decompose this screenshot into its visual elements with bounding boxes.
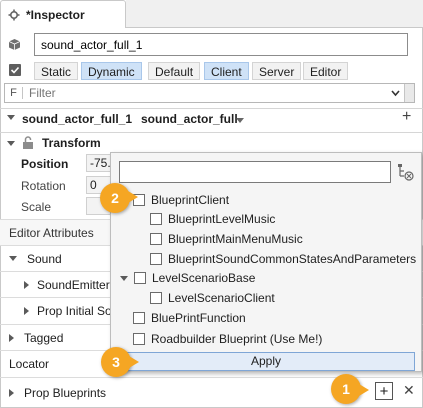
callout-badge-1-label: 1 xyxy=(342,381,350,397)
filter-input[interactable] xyxy=(29,86,369,100)
filter-dynamic[interactable]: Dynamic xyxy=(81,62,142,80)
blueprint-item-label: BlueprintLevelMusic xyxy=(168,212,276,226)
checkbox[interactable] xyxy=(150,292,162,304)
rotation-x-value: 0 xyxy=(90,178,97,192)
apply-button[interactable]: Apply xyxy=(117,352,415,371)
blueprint-item[interactable]: Roadbuilder Blueprint (Use Me!) xyxy=(133,329,322,349)
tagged-expand-icon[interactable] xyxy=(9,333,14,342)
sound-emitter-expand-icon[interactable] xyxy=(24,280,29,289)
lock-icon[interactable] xyxy=(21,136,35,149)
filter-prefix: F xyxy=(5,87,23,99)
blueprint-item-label: Roadbuilder Blueprint (Use Me!) xyxy=(151,332,323,346)
filter-client[interactable]: Client xyxy=(204,62,249,80)
blueprint-item[interactable]: BlueprintSoundCommonStatesAndParameters xyxy=(150,249,416,269)
position-x-value: -75. xyxy=(90,156,111,170)
section-prop-blueprints-label: Prop Blueprints xyxy=(24,385,107,400)
filter-scroll xyxy=(404,84,414,102)
callout-badge-3: 3 xyxy=(101,347,139,377)
blueprint-item[interactable]: LevelScenarioBase xyxy=(120,268,255,288)
checkbox[interactable] xyxy=(134,272,146,284)
transform-title: Transform xyxy=(42,136,101,150)
blueprint-item-label: BlueprintClient xyxy=(151,193,230,207)
entity-type-dropdown-icon[interactable] xyxy=(236,118,244,123)
checkmark-icon xyxy=(10,66,20,74)
filter-default[interactable]: Default xyxy=(148,62,201,80)
section-sound-label: Sound xyxy=(27,251,62,266)
entity-name: sound_actor_full_1 xyxy=(22,112,133,126)
chevron-down-icon[interactable] xyxy=(391,90,400,97)
sound-collapse-icon[interactable] xyxy=(9,256,17,261)
checkbox[interactable] xyxy=(150,253,162,265)
blueprint-item[interactable]: BlueprintMainMenuMusic xyxy=(150,229,303,249)
add-blueprint-button[interactable]: + xyxy=(375,382,393,400)
checkbox[interactable] xyxy=(150,213,162,225)
tab-title: *Inspector xyxy=(26,7,85,22)
entity-type[interactable]: sound_actor_full xyxy=(141,112,238,126)
callout-badge-3-label: 3 xyxy=(112,354,120,370)
blueprint-picker-popup: BlueprintClient BlueprintLevelMusic Blue… xyxy=(110,152,422,372)
callout-badge-1: 1 xyxy=(331,374,369,404)
remove-icon[interactable]: ✕ xyxy=(403,382,415,399)
rotation-label: Rotation xyxy=(21,179,66,193)
cube-icon xyxy=(8,39,21,50)
expand-icon[interactable] xyxy=(120,275,128,281)
blueprint-item-label: LevelScenarioBase xyxy=(152,271,256,285)
prop-initial-expand-icon[interactable] xyxy=(24,306,29,315)
scale-label: Scale xyxy=(21,200,52,214)
blueprint-item-label: BlueprintSoundCommonStatesAndParameters xyxy=(168,252,417,266)
checkbox[interactable] xyxy=(133,312,145,324)
checkbox[interactable] xyxy=(133,333,145,345)
inspector-tab[interactable]: *Inspector xyxy=(0,0,126,28)
blueprint-item-label: LevelScenarioClient xyxy=(168,291,275,305)
section-sound-emitter-label: SoundEmitter xyxy=(37,277,110,292)
section-locator-label: Locator xyxy=(9,356,50,371)
filter-field[interactable]: F xyxy=(4,83,415,103)
section-tagged-label: Tagged xyxy=(24,330,64,345)
callout-badge-2: 2 xyxy=(100,183,138,213)
blueprint-item-label: BlueprintMainMenuMusic xyxy=(168,232,303,246)
settings-icon xyxy=(8,9,20,20)
section-editor-attributes-label: Editor Attributes xyxy=(9,225,94,240)
blueprint-search-input[interactable] xyxy=(119,161,391,183)
position-label: Position xyxy=(21,157,69,171)
blueprint-item[interactable]: BluePrintFunction xyxy=(133,308,246,328)
hierarchy-filter-icon[interactable] xyxy=(397,163,415,181)
filter-static[interactable]: Static xyxy=(34,62,79,80)
checkbox[interactable] xyxy=(150,233,162,245)
transform-collapse-icon[interactable] xyxy=(7,141,15,146)
prop-blueprints-expand-icon[interactable] xyxy=(9,388,14,397)
plus-icon: + xyxy=(379,382,389,400)
blueprint-item[interactable]: LevelScenarioClient xyxy=(150,288,275,308)
filter-server[interactable]: Server xyxy=(252,62,302,80)
tab-strip xyxy=(126,0,423,28)
callout-badge-2-label: 2 xyxy=(111,190,119,206)
section-prop-initial-label: Prop Initial So xyxy=(37,303,112,318)
blueprint-item-label: BluePrintFunction xyxy=(151,311,246,325)
enabled-checkbox[interactable] xyxy=(9,64,21,76)
collapse-icon[interactable] xyxy=(7,115,15,120)
blueprint-item[interactable]: BlueprintClient xyxy=(133,190,229,210)
entity-name-input[interactable] xyxy=(34,33,408,56)
blueprint-item[interactable]: BlueprintLevelMusic xyxy=(150,209,275,229)
filter-editor[interactable]: Editor xyxy=(303,62,349,80)
add-component-icon[interactable]: + xyxy=(402,108,411,126)
